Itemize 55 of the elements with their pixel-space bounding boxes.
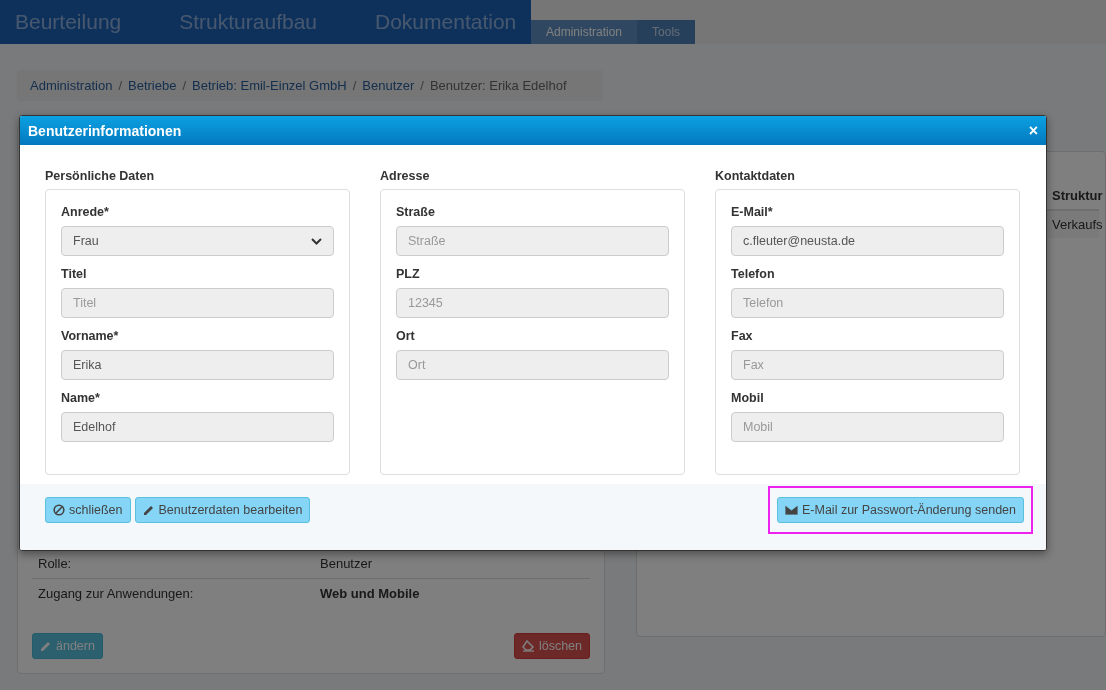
eraser-icon xyxy=(521,640,535,652)
field-label: Mobil xyxy=(731,391,765,405)
row-label: Rolle: xyxy=(38,556,73,571)
field-label: Straße xyxy=(396,205,436,219)
field-label: Titel xyxy=(61,267,88,281)
row-value: Benutzer xyxy=(320,556,373,571)
pencil-icon xyxy=(40,640,52,652)
close-button[interactable]: schließen xyxy=(45,497,131,523)
dialog-title: Benutzerinformationen xyxy=(28,122,182,139)
input-field[interactable]: Fax xyxy=(731,350,1004,380)
breadcrumb-separator: / xyxy=(419,78,425,93)
field-label: Vorname* xyxy=(61,329,120,343)
edit-button[interactable]: ändern xyxy=(32,633,103,659)
row-label: Zugang zur Anwendungen: xyxy=(38,586,195,601)
field-label: PLZ xyxy=(396,267,421,281)
pencil-icon xyxy=(142,504,155,516)
delete-button[interactable]: löschen xyxy=(513,633,590,659)
field-label: E-Mail* xyxy=(731,205,774,219)
tab[interactable]: Administration xyxy=(531,20,638,44)
field-label: Ort xyxy=(396,329,416,343)
edit-button[interactable]: Benutzerdaten bearbeiten xyxy=(134,497,311,523)
select-field[interactable]: Frau xyxy=(61,226,334,256)
breadcrumb-separator: / xyxy=(351,78,358,93)
field-label: Name* xyxy=(61,391,101,405)
input-field[interactable]: Ort xyxy=(396,350,669,380)
breadcrumb-link[interactable]: Betriebe xyxy=(128,78,177,93)
breadcrumb-separator: / xyxy=(117,78,123,93)
input-field[interactable]: c.fleuter@neusta.de xyxy=(731,226,1004,256)
ban-icon xyxy=(53,504,65,516)
breadcrumb-link[interactable]: Administration xyxy=(30,78,113,93)
section-title: Persönliche Daten xyxy=(45,169,156,183)
envelope-icon xyxy=(785,505,798,515)
field-label: Fax xyxy=(731,329,754,343)
input-field[interactable]: 12345 xyxy=(396,288,669,318)
input-field[interactable]: Edelhof xyxy=(61,412,334,442)
field-label: Telefon xyxy=(731,267,776,281)
input-field[interactable]: Titel xyxy=(61,288,334,318)
breadcrumb-separator: / xyxy=(181,78,188,93)
field-label: Anrede* xyxy=(61,205,110,219)
input-field[interactable]: Erika xyxy=(61,350,334,380)
breadcrumb-link[interactable]: Betrieb: Emil-Einzel GmbH xyxy=(192,78,347,93)
section-title: Adresse xyxy=(380,169,431,183)
chevron-down-icon xyxy=(311,237,322,245)
nav-link[interactable]: Dokumentation xyxy=(375,10,517,34)
input-field[interactable]: Straße xyxy=(396,226,669,256)
close-button[interactable]: × xyxy=(1028,121,1038,140)
nav-link[interactable]: Beurteilung xyxy=(15,10,122,34)
input-field[interactable]: Telefon xyxy=(731,288,1004,318)
send-email-button[interactable]: E-Mail zur Passwort-Änderung senden xyxy=(777,497,1024,523)
nav-link[interactable]: Strukturaufbau xyxy=(179,10,317,34)
input-field[interactable]: Mobil xyxy=(731,412,1004,442)
tab[interactable]: Tools xyxy=(637,20,696,44)
breadcrumb-link[interactable]: Benutzer xyxy=(362,78,415,93)
row-value: Web und Mobile xyxy=(320,586,420,601)
section-title: Kontaktdaten xyxy=(715,169,796,183)
